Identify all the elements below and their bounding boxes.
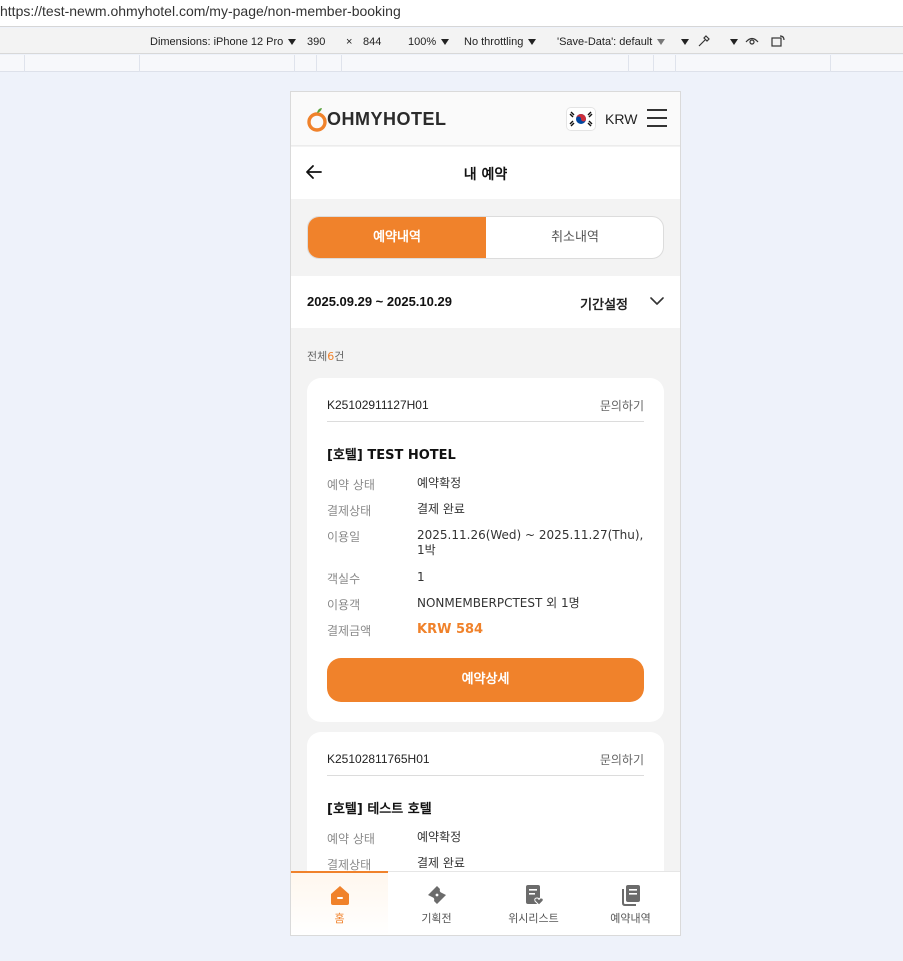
width-input[interactable]: 390 — [307, 36, 325, 48]
browser-url-bar[interactable]: https://test-newm.ohmyhotel.com/my-page/… — [0, 0, 903, 27]
nav-wishlist[interactable]: 위시리스트 — [485, 872, 582, 935]
menu-line — [647, 117, 667, 119]
count-suffix: 건 — [334, 350, 345, 363]
row-label: 결제금액 — [327, 624, 372, 638]
booking-id: K25102811765H01 — [327, 752, 430, 766]
period-filter: 2025.09.29 ~ 2025.10.29 기간설정 — [291, 276, 680, 328]
chevron-down-icon[interactable] — [650, 295, 664, 307]
period-set-button[interactable]: 기간설정 — [580, 294, 628, 313]
ruler-tick — [24, 55, 25, 72]
row-label: 결제상태 — [327, 504, 372, 518]
nav-label: 홈 — [334, 912, 345, 925]
inquiry-link[interactable]: 문의하기 — [600, 751, 644, 768]
tab-cancellations[interactable]: 취소내역 — [486, 217, 663, 258]
eyedropper-icon[interactable] — [697, 34, 711, 48]
rotate-icon[interactable] — [771, 34, 785, 48]
devtools-device-toolbar: Dimensions: iPhone 12 Pro 390 × 844 100%… — [0, 28, 903, 54]
media-query-ruler — [0, 55, 903, 72]
caret-down-icon — [657, 39, 666, 46]
page-header: 내 예약 — [291, 147, 680, 199]
nav-bookings[interactable]: 예약내역 — [582, 872, 679, 935]
row-value: 1 — [417, 570, 425, 584]
ruler-tick — [653, 55, 654, 72]
payment-amount: KRW 584 — [417, 622, 484, 637]
throttling-label: No throttling — [464, 36, 524, 48]
caret-down-icon — [441, 39, 450, 46]
menu-line — [647, 109, 667, 111]
row-label: 예약 상태 — [327, 832, 375, 846]
caret-down-icon — [288, 39, 297, 46]
divider — [327, 421, 644, 422]
zoom-select[interactable]: 100% — [408, 36, 450, 48]
count-prefix: 전체 — [307, 350, 328, 363]
ruler-tick — [628, 55, 629, 72]
row-value: 결제 완료 — [417, 856, 465, 870]
booking-id: K25102911127H01 — [327, 398, 429, 412]
ruler-tick — [294, 55, 295, 72]
save-data-label: 'Save-Data': default — [557, 36, 653, 48]
ruler-tick — [341, 55, 342, 72]
ruler-tick — [675, 55, 676, 72]
caret-down-icon — [528, 39, 537, 46]
divider — [327, 775, 644, 776]
hamburger-menu-icon[interactable] — [647, 109, 667, 127]
height-input[interactable]: 844 — [363, 36, 381, 48]
nav-home[interactable]: 홈 — [291, 871, 388, 935]
ticket-icon — [428, 886, 446, 904]
menu-line — [647, 125, 667, 127]
logo-text: OHMYHOTEL — [327, 109, 447, 129]
row-label: 이용객 — [327, 598, 361, 612]
row-label: 객실수 — [327, 572, 361, 586]
site-header: OHMYHOTEL KRW — [291, 92, 680, 146]
nav-label: 위시리스트 — [508, 912, 559, 925]
inquiry-link[interactable]: 문의하기 — [600, 397, 644, 414]
ruler-tick — [316, 55, 317, 72]
save-data-select[interactable]: 'Save-Data': default — [557, 36, 666, 48]
period-range: 2025.09.29 ~ 2025.10.29 — [307, 294, 452, 309]
row-value: 2025.11.26(Wed) ~ 2025.11.27(Thu), 1박 — [417, 528, 644, 557]
booking-card: K25102911127H01 문의하기 [호텔] TEST HOTEL 예약 … — [307, 378, 664, 722]
ruler-tick — [830, 55, 831, 72]
wishlist-icon — [526, 885, 544, 906]
ruler-tick — [139, 55, 140, 72]
booking-tabs: 예약내역 취소내역 — [307, 216, 664, 259]
more-options-select[interactable] — [676, 36, 689, 48]
nav-label: 기획전 — [421, 912, 452, 925]
throttling-select[interactable]: No throttling — [464, 36, 537, 48]
caret-down-icon — [681, 39, 689, 46]
booking-detail-button[interactable]: 예약상세 — [327, 658, 644, 702]
tab-bookings[interactable]: 예약내역 — [308, 217, 486, 258]
row-label: 이용일 — [327, 530, 361, 544]
home-icon — [331, 886, 349, 905]
bottom-navigation: 홈 기획전 위시리스트 예약내역 — [291, 871, 680, 935]
url-text[interactable]: https://test-newm.ohmyhotel.com/my-page/… — [0, 3, 401, 19]
row-value: NONMEMBERPCTEST 외 1명 — [417, 596, 580, 610]
page-title: 내 예약 — [463, 167, 508, 183]
mobile-viewport: OHMYHOTEL KRW 내 예약 예약내역 취소내역 2025.09.29 … — [290, 91, 681, 936]
eye-icon[interactable] — [745, 34, 759, 48]
nav-label: 예약내역 — [610, 912, 651, 925]
zoom-label: 100% — [408, 36, 437, 48]
row-value: 예약확정 — [417, 830, 462, 844]
row-value: 예약확정 — [417, 476, 462, 490]
total-count: 전체6건 — [307, 348, 344, 364]
row-label: 예약 상태 — [327, 478, 375, 492]
hotel-name: [호텔] 테스트 호텔 — [327, 802, 432, 817]
dimensions-label: Dimensions: iPhone 12 Pro — [150, 36, 284, 48]
row-value: 결제 완료 — [417, 502, 465, 516]
korea-flag-icon[interactable] — [567, 108, 595, 130]
hotel-name: [호텔] TEST HOTEL — [327, 448, 456, 463]
currency-selector[interactable]: KRW — [605, 111, 637, 127]
times-sign: × — [346, 36, 353, 48]
vision-select[interactable] — [725, 36, 738, 48]
nav-exhibitions[interactable]: 기획전 — [388, 872, 485, 935]
dimensions-select[interactable]: Dimensions: iPhone 12 Pro — [150, 36, 297, 48]
caret-down-icon — [730, 39, 738, 46]
bookings-icon — [622, 885, 640, 906]
